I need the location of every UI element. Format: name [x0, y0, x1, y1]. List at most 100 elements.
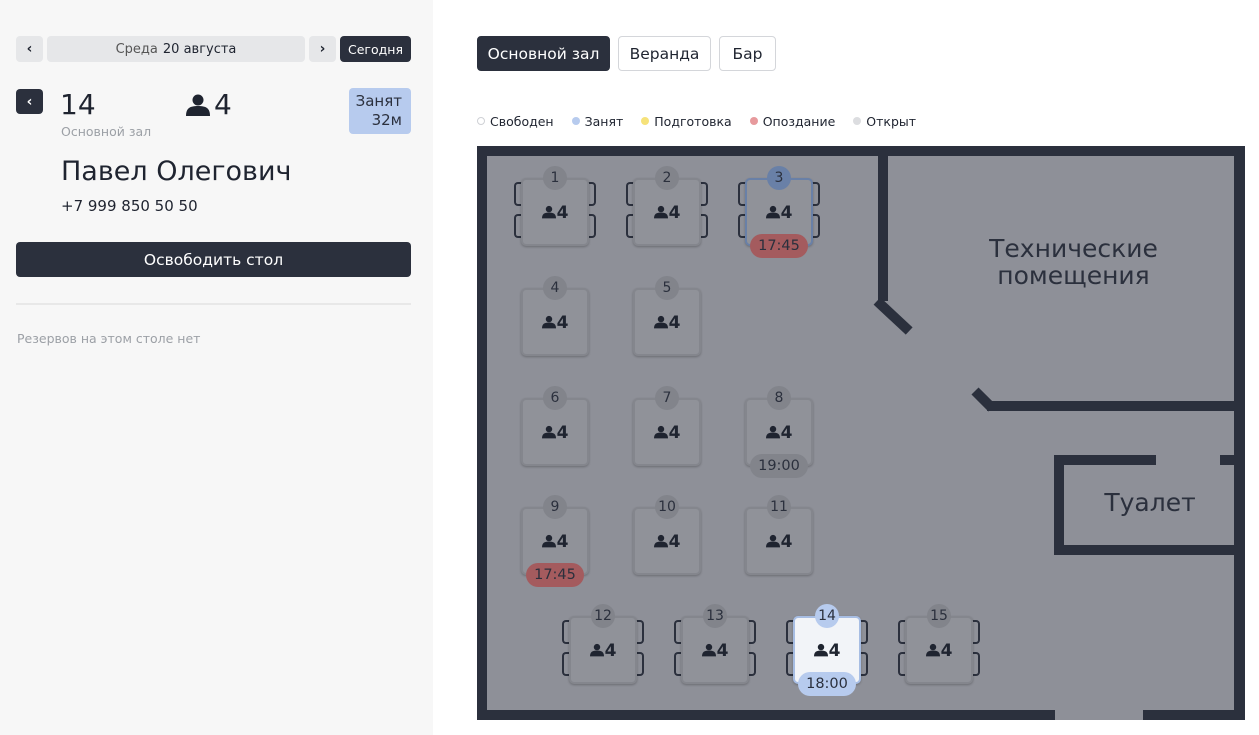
table-guests-count: 4: [556, 532, 569, 552]
table-hall-name: Основной зал: [61, 124, 152, 139]
table-guests-count: 4: [604, 641, 617, 661]
table-number-badge: 4: [543, 276, 567, 300]
table-guests: 4: [521, 203, 589, 223]
table-6[interactable]: 64: [521, 386, 589, 466]
table-11[interactable]: 11 4: [745, 495, 813, 575]
person-icon: [765, 534, 780, 548]
tab-veranda[interactable]: Веранда: [618, 36, 711, 71]
person-icon: [653, 425, 668, 439]
chevron-left-icon: ‹: [26, 93, 33, 110]
person-icon: [925, 643, 940, 657]
person-icon: [541, 315, 556, 329]
table-number-badge: 2: [655, 166, 679, 190]
weekday-label: Среда: [115, 41, 158, 57]
chair: [972, 652, 980, 676]
table-guests: 4: [633, 203, 701, 223]
table-9[interactable]: 9 4 17:45: [521, 495, 589, 587]
table-guests-count: 4: [556, 313, 569, 333]
chair: [748, 620, 756, 644]
table-guests: 4: [569, 641, 637, 661]
tab-bar[interactable]: Бар: [719, 36, 776, 71]
back-button[interactable]: ‹: [16, 89, 43, 114]
chevron-right-icon: ›: [319, 41, 326, 57]
person-icon: [589, 643, 604, 657]
next-day-button[interactable]: ›: [309, 36, 336, 62]
table-number-badge: 9: [543, 495, 567, 519]
reservation-sidebar: ‹ Среда 20 августа › Сегодня ‹ 14 Основн…: [0, 0, 433, 735]
legend-label: Свободен: [490, 113, 554, 129]
wall: [987, 401, 1245, 411]
free-table-button[interactable]: Освободить стол: [16, 242, 411, 277]
table-number-badge: 1: [543, 166, 567, 190]
wall: [1220, 455, 1245, 465]
table-4[interactable]: 44: [521, 276, 589, 356]
wall: [477, 146, 487, 720]
legend-free: Свободен: [477, 114, 554, 129]
table-guests: 4: [521, 313, 589, 333]
table-12[interactable]: 12 4: [562, 604, 644, 684]
table-guests-count: 4: [668, 203, 681, 223]
person-icon: [653, 534, 668, 548]
wall: [1054, 455, 1064, 555]
status-legend: Свободен Занят Подготовка Опоздание Откр…: [477, 113, 934, 129]
table-2[interactable]: 24: [626, 166, 708, 246]
wall: [1143, 710, 1245, 720]
legend-label: Занят: [584, 113, 624, 129]
table-guests: 4: [681, 641, 749, 661]
table-7[interactable]: 74: [633, 386, 701, 466]
legend-label: Опоздание: [762, 113, 836, 129]
person-icon: [701, 643, 716, 657]
chair: [860, 652, 868, 676]
legend-dot: [477, 117, 485, 125]
table-10[interactable]: 10 4: [633, 495, 701, 575]
legend-open: Открыт: [853, 114, 916, 129]
table-guests: 4: [793, 641, 861, 661]
prev-day-button[interactable]: ‹: [16, 36, 43, 62]
table-1[interactable]: 14: [514, 166, 596, 246]
status-label: Занят: [355, 92, 402, 110]
legend-late: Опоздание: [749, 113, 836, 129]
status-duration: 32м: [371, 111, 402, 129]
table-3[interactable]: 3 4 17:45: [738, 166, 820, 258]
person-icon: [186, 94, 210, 116]
table-number-badge: 6: [543, 386, 567, 410]
table-8[interactable]: 8 4 19:00: [745, 386, 813, 478]
date-display[interactable]: Среда 20 августа: [47, 36, 305, 62]
table-15[interactable]: 15 4: [898, 604, 980, 684]
reservation-time-badge: 18:00: [798, 672, 856, 696]
no-reservations-text: Резервов на этом столе нет: [17, 331, 201, 346]
guest-phone[interactable]: +7 999 850 50 50: [61, 197, 198, 215]
chair: [972, 620, 980, 644]
table-guests-count: 4: [780, 423, 793, 443]
table-5[interactable]: 54: [633, 276, 701, 356]
divider: [16, 303, 411, 305]
table-number-badge: 8: [767, 386, 791, 410]
table-number-badge: 12: [591, 604, 615, 628]
date-label: 20 августа: [162, 41, 237, 57]
room-toilet-label: Туалет: [1104, 488, 1196, 517]
table-guests-count: 4: [668, 313, 681, 333]
legend-occupied: Занят: [571, 113, 624, 129]
today-button[interactable]: Сегодня: [340, 36, 411, 62]
wall: [477, 710, 1055, 720]
table-guests: 4: [745, 423, 813, 443]
table-13[interactable]: 13 4: [674, 604, 756, 684]
person-icon: [813, 643, 828, 657]
chair: [812, 214, 820, 238]
guest-name: Павел Олегович: [61, 156, 292, 187]
wall: [1234, 146, 1245, 720]
table-guests-count: 4: [716, 641, 729, 661]
table-guests: 4: [633, 313, 701, 333]
person-icon: [765, 205, 780, 219]
chair: [636, 652, 644, 676]
wall: [878, 146, 888, 301]
floor-plan-panel: Основной зал Веранда Бар Свободен Занят …: [433, 0, 1259, 735]
table-guests-count: 4: [828, 641, 841, 661]
table-guests: 4: [745, 532, 813, 552]
tab-main-hall[interactable]: Основной зал: [477, 36, 610, 71]
table-14[interactable]: 14 4 18:00: [786, 604, 868, 696]
table-number-badge: 7: [655, 386, 679, 410]
table-guests: 4: [633, 423, 701, 443]
floor-plan: Технические помещения Туалет 1 4 2 4 3 4 17:45…: [477, 146, 1245, 720]
table-guests-count: 4: [668, 532, 681, 552]
